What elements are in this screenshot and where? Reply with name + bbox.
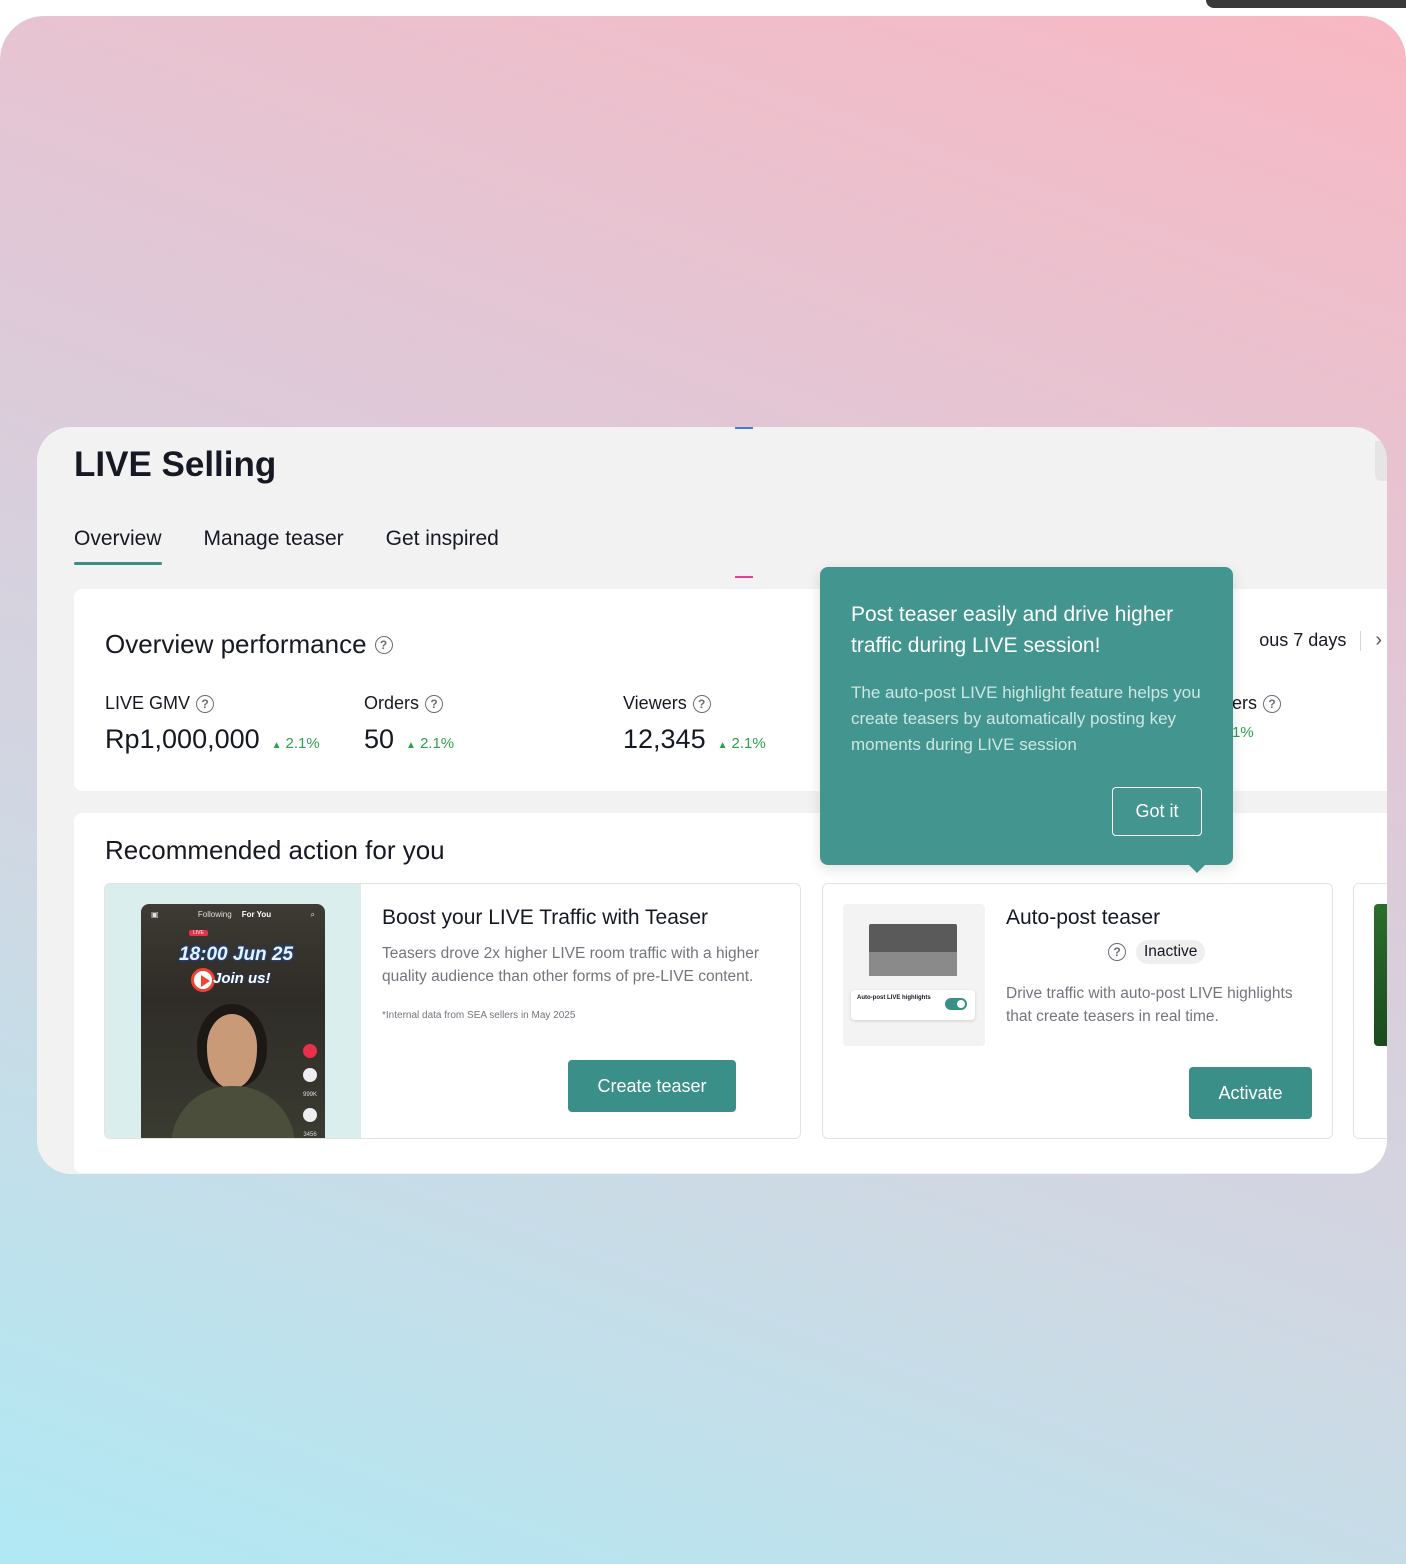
got-it-button[interactable]: Got it <box>1112 787 1202 836</box>
help-circle-icon[interactable]: ? <box>374 635 393 654</box>
phone-tab: For You <box>241 910 272 919</box>
boost-footnote: *Internal data from SEA sellers in May 2… <box>382 1010 576 1021</box>
arrow-up-icon: ▲ <box>717 740 728 751</box>
help-circle-icon[interactable]: ? <box>692 694 711 713</box>
phone-preview-image: ▣ Following For You ⌕ LIVE 18:00 Jun 25 J… <box>141 904 325 1138</box>
phone-topbar: ▣ Following For You ⌕ <box>141 910 325 920</box>
metric-delta: ▲ 2.1% <box>406 735 455 752</box>
tab-get-inspired[interactable]: Get inspired <box>386 527 499 565</box>
auto-post-preview: Auto-post LIVE highlights <box>843 904 985 1046</box>
status-row: ? Inactive <box>1006 940 1312 964</box>
live-avatar-icon <box>302 1044 317 1058</box>
action-image <box>1374 904 1387 1046</box>
auto-post-content: Auto-post teaser ? Inactive Drive traffi… <box>1006 906 1312 1028</box>
live-tag: LIVE <box>189 930 208 936</box>
metric-live-gmv: LIVE GMV? Rp1,000,000 ▲ 2.1% <box>105 693 320 755</box>
help-circle-icon[interactable]: ? <box>1263 694 1282 713</box>
phone-side-actions: 999K 3456 <box>302 1044 317 1138</box>
chevron-right-icon[interactable]: › <box>1375 629 1382 652</box>
preview-toggle-card: Auto-post LIVE highlights <box>851 990 975 1020</box>
next-action-card[interactable] <box>1353 883 1387 1139</box>
tab-manage-teaser[interactable]: Manage teaser <box>204 527 344 565</box>
activate-button[interactable]: Activate <box>1189 1067 1312 1119</box>
search-icon: ⌕ <box>310 910 315 919</box>
preview-label: Auto-post LIVE highlights <box>857 995 931 1001</box>
recommended-title: Recommended action for you <box>105 835 445 865</box>
section-title: Overview performance ? <box>105 629 393 660</box>
boost-title: Boost your LIVE Traffic with Teaser <box>382 906 709 929</box>
metric-delta: 1% <box>1232 724 1254 741</box>
metric-value: 12,345 <box>623 724 706 754</box>
tooltip-title: Post teaser easily and drive higher traf… <box>851 603 1174 657</box>
status-badge: Inactive <box>1136 940 1206 964</box>
tab-bar: Overview Manage teaser Get inspired <box>74 527 499 565</box>
metric-label: Orders <box>364 693 420 713</box>
metric-label: ers <box>1232 693 1258 713</box>
period-selector[interactable]: ous 7 days › <box>1259 629 1382 652</box>
metric-label: LIVE GMV <box>105 693 191 713</box>
teaser-preview: ▣ Following For You ⌕ LIVE 18:00 Jun 25 J… <box>105 884 361 1138</box>
metric-value: Rp1,000,000 <box>105 724 260 754</box>
comment-icon <box>302 1108 317 1122</box>
tab-overview[interactable]: Overview <box>74 527 162 565</box>
help-circle-icon[interactable]: ? <box>425 694 444 713</box>
tooltip-text: The auto-post LIVE highlight feature hel… <box>851 683 1201 754</box>
feature-tooltip: Post teaser easily and drive higher traf… <box>820 567 1233 873</box>
help-circle-icon[interactable]: ? <box>196 694 215 713</box>
person-image <box>197 1004 267 1088</box>
comments-count: 3456 <box>303 1132 317 1138</box>
heart-icon <box>302 1068 317 1082</box>
auto-post-description: Drive traffic with auto-post LIVE highli… <box>1006 985 1293 1025</box>
live-icon: ▣ <box>151 910 159 919</box>
page-title: LIVE Selling <box>74 445 277 484</box>
help-circle-icon[interactable]: ? <box>1108 943 1126 961</box>
period-label: ous 7 days <box>1259 630 1347 650</box>
boost-teaser-card: ▣ Following For You ⌕ LIVE 18:00 Jun 25 J… <box>104 883 801 1139</box>
play-icon <box>191 968 215 992</box>
panel-scrollbar[interactable] <box>1375 441 1387 481</box>
auto-post-title: Auto-post teaser <box>1006 906 1161 929</box>
phone-join: Join us! <box>213 970 271 987</box>
metric-delta: ▲ 2.1% <box>717 735 766 752</box>
arrow-up-icon: ▲ <box>406 740 416 751</box>
phone-date: 18:00 Jun 25 <box>179 944 294 965</box>
phone-tab: Following <box>197 910 232 919</box>
metric-label: Viewers <box>623 693 687 713</box>
auto-post-teaser-card: Auto-post LIVE highlights Auto-post teas… <box>822 883 1333 1139</box>
metric-delta: ▲ 2.1% <box>271 735 320 752</box>
indicator-mark <box>735 576 753 578</box>
indicator-mark <box>735 427 753 429</box>
metric-orders: Orders? 50 ▲ 2.1% <box>364 693 454 755</box>
device-edge <box>1206 0 1406 8</box>
arrow-up-icon: ▲ <box>271 740 282 751</box>
boost-description: Teasers drove 2x higher LIVE room traffi… <box>382 945 760 985</box>
preview-screen <box>869 924 957 976</box>
divider <box>1360 630 1362 651</box>
create-teaser-button[interactable]: Create teaser <box>568 1060 736 1112</box>
metric-value: 50 <box>364 724 395 754</box>
toggle-icon <box>945 998 967 1010</box>
boost-content: Boost your LIVE Traffic with Teaser Teas… <box>382 906 776 1021</box>
performance-title: Overview performance <box>105 629 367 659</box>
metric-partial: ers? 1% <box>1232 693 1282 741</box>
likes-count: 999K <box>302 1092 317 1098</box>
metric-viewers: Viewers? 12,345 ▲ 2.1% <box>623 693 766 755</box>
person-image <box>171 1086 295 1138</box>
